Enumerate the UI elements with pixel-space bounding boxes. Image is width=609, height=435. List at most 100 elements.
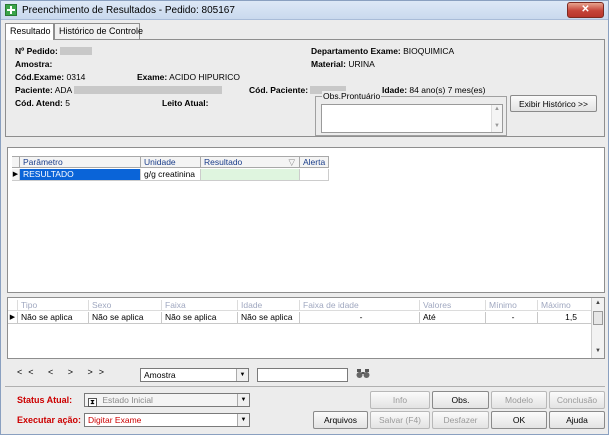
grid2-col-valores[interactable]: Valores (420, 300, 486, 311)
grid2-cell-minimo[interactable]: - (486, 312, 538, 324)
dropdown-arrow-icon[interactable]: ▼ (237, 414, 249, 426)
grid1-col-parametro[interactable]: Parâmetro (20, 156, 141, 168)
grid2-cell-valores[interactable]: Até (420, 312, 486, 324)
record-navigation[interactable]: << < > >> (17, 367, 110, 377)
grid2-cell-faixa[interactable]: Não se aplica (162, 312, 238, 324)
info-button[interactable]: Info (370, 391, 430, 409)
grid2-cell-idade[interactable]: Não se aplica (238, 312, 300, 324)
conclusao-button[interactable]: Conclusão (549, 391, 605, 409)
grid1-cell-unidade[interactable]: g/g creatinina (141, 169, 201, 181)
obs-prontuario-group: Obs.Prontuário ▲ ▼ (315, 91, 507, 136)
leito-field: Leito Atual: (162, 98, 208, 108)
cod-atend-field: Cód. Atend: 5 (15, 98, 70, 108)
cod-exame-value: 0314 (66, 72, 86, 82)
grid2-col-idade[interactable]: Idade (238, 300, 300, 311)
grid2-col-sexo[interactable]: Sexo (89, 300, 162, 311)
grid2-corner (8, 300, 18, 311)
scroll-thumb[interactable] (593, 311, 603, 325)
row-indicator-icon: ▶ (12, 169, 20, 181)
hourglass-icon: ⧗ (88, 398, 97, 407)
idade-value: 84 ano(s) 7 mes(es) (409, 85, 486, 95)
dropdown-arrow-icon[interactable]: ▼ (236, 369, 248, 381)
amostra-label: Amostra: (15, 59, 53, 69)
dropdown-arrow-icon: ▼ (237, 394, 249, 406)
title-bar[interactable]: Preenchimento de Resultados - Pedido: 80… (1, 1, 608, 20)
main-window: Preenchimento de Resultados - Pedido: 80… (0, 0, 609, 435)
obs-prontuario-legend: Obs.Prontuário (322, 91, 382, 101)
grid1-cell-parametro[interactable]: RESULTADO (20, 169, 141, 181)
material-label: Material: (311, 59, 346, 69)
amostra-select[interactable]: Amostra ▼ (140, 368, 249, 382)
grid2-cell-maximo[interactable]: 1,5 (538, 312, 592, 324)
scroll-down-icon[interactable]: ▼ (595, 348, 601, 354)
info-panel: Nº Pedido: Amostra: Cód.Exame: 0314 Exam… (5, 39, 605, 137)
exame-value: ACIDO HIPURICO (169, 72, 240, 82)
exame-field: Exame: ACIDO HIPURICO (137, 72, 240, 82)
close-button[interactable]: ✕ (567, 2, 604, 18)
exibir-historico-button[interactable]: Exibir Histórico >> (510, 95, 597, 112)
grid2-cell-tipo[interactable]: Não se aplica (18, 312, 89, 324)
grid1-col-resultado-label: Resultado (204, 157, 243, 167)
arquivos-button[interactable]: Arquivos (313, 411, 368, 429)
amostra-select-value: Amostra (144, 370, 176, 380)
paciente-redacted (74, 86, 223, 94)
grid2-cell-sexo[interactable]: Não se aplica (89, 312, 162, 324)
grid2-col-minimo[interactable]: Mínimo (486, 300, 538, 311)
cod-atend-value: 5 (65, 98, 70, 108)
grid2-cell-faixa-idade[interactable]: - (300, 312, 420, 324)
ajuda-button[interactable]: Ajuda (549, 411, 605, 429)
modelo-button[interactable]: Modelo (491, 391, 547, 409)
cod-exame-label: Cód.Exame: (15, 72, 65, 82)
binoculars-search-icon[interactable] (356, 368, 370, 382)
grid2-col-faixa-idade[interactable]: Faixa de idade (300, 300, 420, 311)
grid1-col-alerta[interactable]: Alerta (300, 156, 329, 168)
cod-exame-field: Cód.Exame: 0314 (15, 72, 85, 82)
cod-atend-label: Cód. Atend: (15, 98, 63, 108)
material-field: Material: URINA (311, 59, 375, 69)
referencia-grid: Tipo Sexo Faixa Idade Faixa de idade Val… (7, 297, 605, 359)
parametros-grid: Parâmetro Unidade Resultado ▽ Alerta ▶ R… (7, 147, 605, 293)
filter-icon[interactable]: ▽ (288, 157, 295, 167)
grid2-col-maximo[interactable]: Máximo (538, 300, 592, 311)
grid2-scrollbar[interactable]: ▲ ▼ (591, 298, 604, 358)
paciente-label: Paciente: (15, 85, 53, 95)
scroll-up-icon[interactable]: ▲ (494, 106, 500, 112)
grid2-col-faixa[interactable]: Faixa (162, 300, 238, 311)
grid1-col-resultado[interactable]: Resultado ▽ (201, 156, 300, 168)
pedido-label: Nº Pedido: (15, 46, 58, 56)
idade-label: Idade: (382, 85, 408, 95)
row-indicator-icon: ▶ (8, 312, 18, 324)
separator-line (5, 386, 605, 387)
ok-button[interactable]: OK (491, 411, 547, 429)
executar-acao-value: Digitar Exame (88, 415, 142, 425)
obs-prontuario-textarea[interactable]: ▲ ▼ (321, 104, 503, 133)
window-title: Preenchimento de Resultados - Pedido: 80… (22, 5, 235, 16)
executar-acao-label: Executar ação: (17, 415, 82, 425)
grid1-row-header-corner (12, 156, 20, 168)
grid1-cell-alerta[interactable] (300, 169, 329, 181)
obs-scrollbar[interactable]: ▲ ▼ (491, 105, 502, 132)
paciente-value: ADA (54, 85, 72, 95)
scroll-down-icon[interactable]: ▼ (494, 123, 500, 129)
exame-label: Exame: (137, 72, 168, 82)
pedido-field: Nº Pedido: (15, 46, 93, 56)
paciente-field: Paciente: ADA (15, 85, 223, 95)
desfazer-button[interactable]: Desfazer (432, 411, 489, 429)
status-atual-value: Estado Inicial (102, 395, 153, 405)
tab-historico-controle[interactable]: Histórico de Controle (54, 23, 143, 39)
app-plus-icon (5, 4, 17, 16)
executar-acao-select[interactable]: Digitar Exame ▼ (84, 413, 250, 427)
status-atual-select: ⧗ Estado Inicial ▼ (84, 393, 250, 407)
scroll-up-icon[interactable]: ▲ (595, 300, 601, 306)
grid1-cell-resultado[interactable] (201, 169, 300, 181)
leito-label: Leito Atual: (162, 98, 209, 108)
departamento-label: Departamento Exame: (311, 46, 401, 56)
grid1-col-unidade[interactable]: Unidade (141, 156, 201, 168)
amostra-field: Amostra: (15, 59, 52, 69)
search-input[interactable] (257, 368, 348, 382)
tab-resultado[interactable]: Resultado (5, 23, 54, 40)
salvar-button[interactable]: Salvar (F4) (370, 411, 430, 429)
status-atual-label: Status Atual: (17, 395, 73, 405)
obs-button[interactable]: Obs. (432, 391, 489, 409)
grid2-col-tipo[interactable]: Tipo (18, 300, 89, 311)
